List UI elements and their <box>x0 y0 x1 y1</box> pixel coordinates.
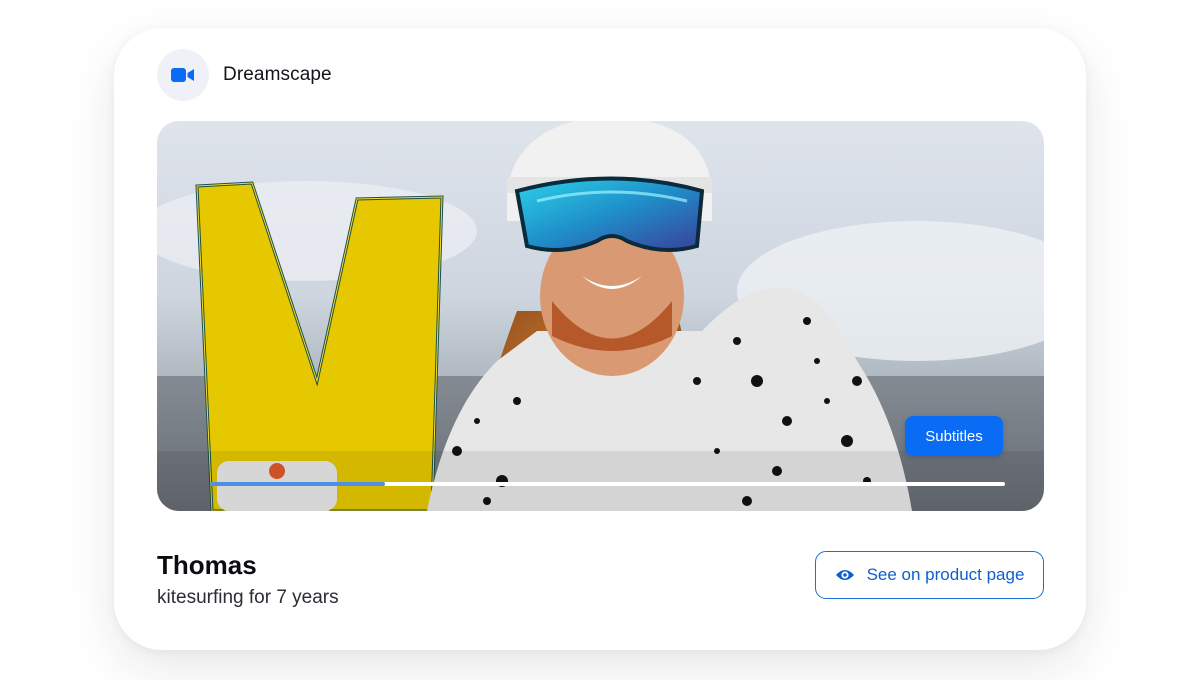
progress-fill <box>210 482 385 486</box>
progress-bar[interactable] <box>210 482 1005 486</box>
brand-name: Dreamscape <box>223 64 332 85</box>
person-name: Thomas <box>157 550 257 580</box>
video-camera-icon <box>171 68 194 82</box>
eye-icon <box>835 568 855 582</box>
subtitles-button[interactable]: Subtitles <box>905 416 1003 456</box>
card-header: Dreamscape <box>157 49 332 101</box>
see-product-page-label: See on product page <box>866 565 1025 584</box>
see-product-page-button[interactable]: See on product page <box>815 551 1044 599</box>
video-player[interactable]: Subtitles <box>157 121 1044 511</box>
brand-icon-badge <box>157 49 209 101</box>
person-tagline: kitesurfing for 7 years <box>157 587 339 608</box>
testimonial-card: Dreamscape Subtitles Thomas kitesurfing … <box>114 28 1086 650</box>
